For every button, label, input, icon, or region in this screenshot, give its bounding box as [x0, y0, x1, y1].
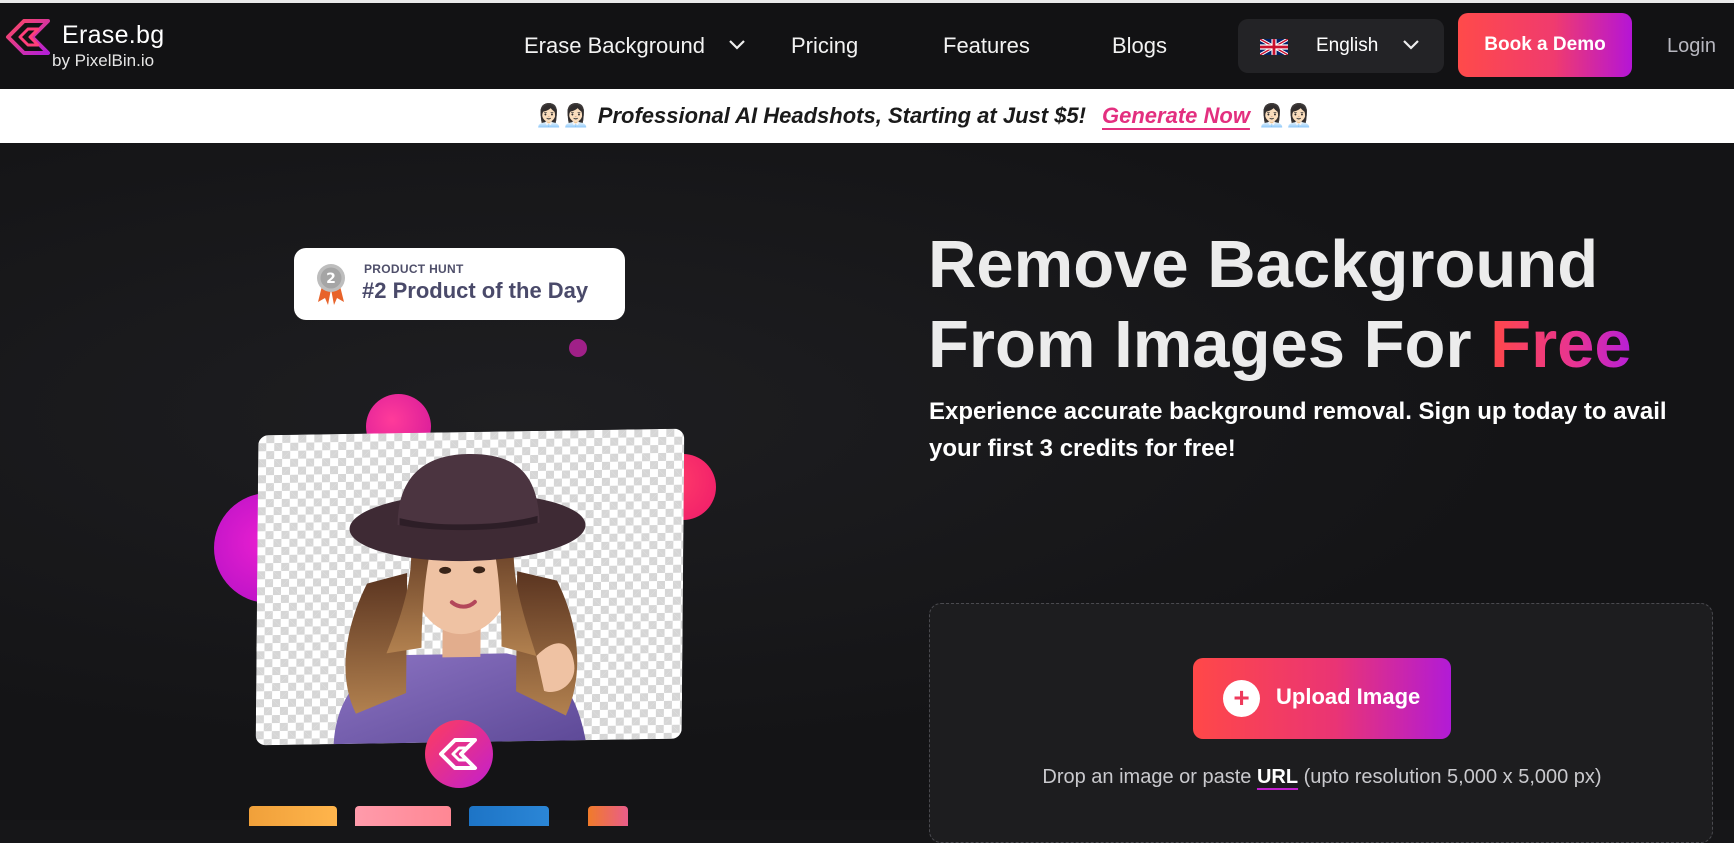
brand-name: Erase.bg	[62, 21, 165, 49]
nav-blogs[interactable]: Blogs	[1112, 33, 1167, 59]
brand-logo[interactable]: Erase.bg by PixelBin.io	[4, 17, 184, 77]
drop-prefix: Drop an image or paste	[1042, 766, 1257, 788]
sample-cutout-image	[255, 428, 685, 746]
promo-banner: 👩🏻‍💼👩🏻‍💼 Professional AI Headshots, Star…	[0, 89, 1734, 143]
badge-kicker: PRODUCT HUNT	[364, 262, 464, 276]
uk-flag-icon	[1260, 39, 1288, 55]
sample-thumbnail[interactable]	[588, 806, 628, 826]
headshot-emoji-icon: 👩🏻‍💼👩🏻‍💼	[535, 103, 590, 128]
product-hunt-badge[interactable]: 2 PRODUCT HUNT #2 Product of the Day	[294, 248, 625, 320]
language-selector[interactable]: English	[1238, 19, 1444, 73]
brand-bubble-icon	[425, 720, 493, 788]
upload-dropzone[interactable]: + Upload Image Drop an image or paste UR…	[929, 603, 1713, 843]
upload-image-button[interactable]: + Upload Image	[1193, 658, 1451, 739]
generate-now-link[interactable]: Generate Now	[1102, 103, 1250, 129]
medal-rank: 2	[326, 271, 336, 287]
nav-erase-background[interactable]: Erase Background	[524, 33, 705, 59]
medal-icon: 2	[317, 264, 345, 305]
sample-thumbnail[interactable]	[249, 806, 337, 826]
nav-features[interactable]: Features	[943, 33, 1030, 59]
woman-in-hat-illustration	[333, 454, 586, 745]
book-demo-button[interactable]: Book a Demo	[1458, 13, 1632, 77]
drop-instructions: Drop an image or paste URL (upto resolut…	[930, 766, 1714, 789]
chevron-down-icon[interactable]	[728, 39, 746, 51]
upload-button-label: Upload Image	[1276, 684, 1421, 709]
hero-section: 2 PRODUCT HUNT #2 Product of the Day Rem…	[0, 143, 1734, 843]
language-label: English	[1316, 35, 1379, 56]
drop-suffix: (upto resolution 5,000 x 5,000 px)	[1298, 766, 1602, 788]
hero-subtitle: Experience accurate background removal. …	[929, 398, 1667, 462]
hero-title-line2: From Images For	[928, 307, 1491, 382]
login-link[interactable]: Login	[1667, 35, 1716, 58]
headshot-emoji-icon: 👩🏻‍💼👩🏻‍💼	[1257, 103, 1313, 128]
hero-title: Remove Background From Images For Free	[928, 225, 1632, 385]
paste-url-link[interactable]: URL	[1257, 766, 1298, 788]
sample-thumbnail[interactable]	[469, 806, 549, 826]
erase-bg-logo-icon	[6, 19, 50, 55]
hero-title-accent: Free	[1490, 307, 1632, 382]
decorative-dot	[569, 339, 587, 357]
badge-title: #2 Product of the Day	[362, 278, 589, 303]
navbar: Erase.bg by PixelBin.io Erase Background…	[0, 3, 1734, 89]
promo-text: Professional AI Headshots, Starting at J…	[597, 103, 1086, 128]
chevron-down-icon	[1403, 40, 1419, 50]
nav-pricing[interactable]: Pricing	[791, 33, 858, 59]
plus-icon: +	[1223, 680, 1260, 717]
sample-thumbnail[interactable]	[355, 806, 451, 826]
brand-subtitle: by PixelBin.io	[52, 51, 155, 70]
hero-title-line1: Remove Background	[928, 227, 1599, 302]
